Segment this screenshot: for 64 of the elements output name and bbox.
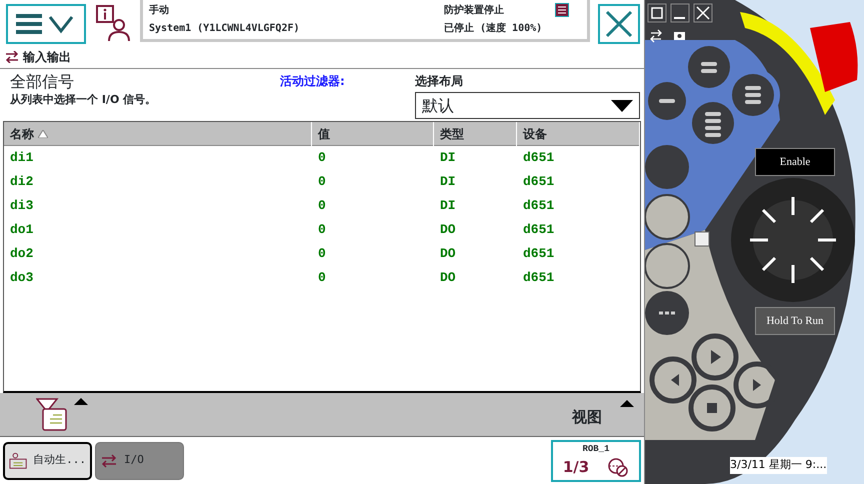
filter-icon[interactable] <box>36 398 68 432</box>
table-cell-text: d651 <box>522 221 556 240</box>
filter-label: 活动过滤器: <box>280 73 345 88</box>
system-name: System1 (Y1LCWNL4VLGFQ2F) <box>149 22 301 36</box>
layout-label: 选择布局 <box>415 73 464 90</box>
task-button[interactable]: I/O <box>95 442 184 480</box>
table-cell-text: d651 <box>522 149 556 168</box>
view-menu[interactable]: 视图 <box>572 406 602 429</box>
page-title: 输入输出 <box>23 48 71 66</box>
robot-status-panel[interactable]: ROB_1 1/3 <box>551 440 641 482</box>
column-header[interactable]: 设备 <box>523 125 547 143</box>
table-cell-text: 0 <box>317 269 327 288</box>
exchange-icon <box>100 454 118 468</box>
menu-button[interactable] <box>6 4 86 44</box>
table-cell-text: DO <box>439 269 457 288</box>
table-cell-text: DO <box>439 245 457 264</box>
speed-status: 已停止 (速度 100%) <box>444 21 544 36</box>
table-cell-text: DI <box>439 173 457 192</box>
table-cell-text: DO <box>439 221 457 240</box>
disabled-mode-icon <box>607 457 630 478</box>
table-cell-text: di1 <box>9 149 34 168</box>
column-header[interactable]: 值 <box>318 125 330 143</box>
table-cell-text: do3 <box>9 269 34 288</box>
close-icon[interactable] <box>694 4 712 22</box>
status-icon[interactable] <box>555 3 569 17</box>
table-cell-text: DI <box>439 149 457 168</box>
instruction-text: 从列表中选择一个 I/O 信号。 <box>10 92 158 108</box>
table-cell-text: do1 <box>9 221 34 240</box>
swap-icon[interactable] <box>650 29 662 43</box>
table-cell-text: di2 <box>9 173 34 192</box>
desktop-list-text: 3/3/11 星期一 9:... <box>730 457 827 474</box>
table-cell-text: d651 <box>522 245 556 264</box>
window-minimize-icon[interactable] <box>670 4 690 22</box>
table-cell-text: di3 <box>9 197 34 216</box>
table-cell-text: 0 <box>317 197 327 216</box>
column-header[interactable]: 类型 <box>440 125 464 143</box>
hold-to-run-button[interactable]: Hold To Run <box>755 307 835 335</box>
caret-icon <box>611 100 633 112</box>
robot-name: ROB_1 <box>582 442 610 456</box>
exchange-icon <box>5 50 19 62</box>
table-cell-text: 0 <box>317 221 327 240</box>
task-fraction: 1/3 <box>562 457 590 478</box>
close-button[interactable] <box>598 4 640 44</box>
table-cell-text: DI <box>439 197 457 216</box>
table-cell-text: 0 <box>317 245 327 264</box>
table-cell-text: do2 <box>9 245 34 264</box>
expand-arrow-icon[interactable] <box>74 398 88 404</box>
table-cell-text: d651 <box>522 197 556 216</box>
table-cell-text: 0 <box>317 173 327 192</box>
layout-dropdown[interactable]: 默认 <box>415 92 640 119</box>
table-cell-text: 0 <box>317 149 327 168</box>
table-cell-text: d651 <box>522 173 556 192</box>
column-header[interactable]: 名称 <box>10 125 34 143</box>
operating-mode: 手动 <box>149 4 170 18</box>
camera-icon[interactable] <box>674 32 685 40</box>
task-button[interactable]: 自动生... <box>3 442 92 480</box>
program-icon <box>9 452 28 470</box>
info-user-icon[interactable] <box>94 4 132 42</box>
panel-title: 全部信号 <box>10 72 75 92</box>
table-cell-text: d651 <box>522 269 556 288</box>
expand-arrow-icon[interactable] <box>620 400 634 408</box>
guard-status: 防护装置停止 <box>444 3 505 18</box>
enable-button[interactable]: Enable <box>755 148 835 176</box>
window-restore-icon[interactable] <box>648 4 666 22</box>
